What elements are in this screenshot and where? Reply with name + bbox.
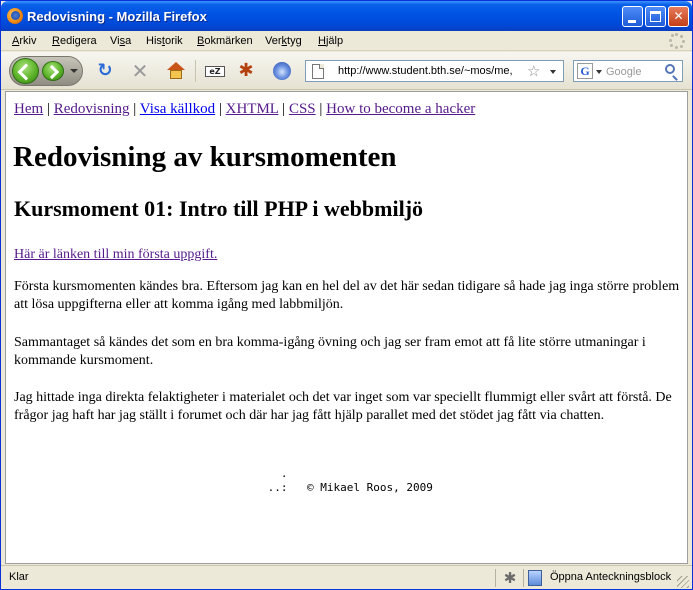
firebug-icon[interactable]: ✱ bbox=[235, 61, 257, 81]
bookmark-star-icon[interactable]: ☆ bbox=[527, 62, 540, 80]
browser-window: Redovisning - Mozilla Firefox ✕ Arkiv Re… bbox=[0, 0, 693, 590]
firebug-status-icon[interactable]: ✱ bbox=[501, 569, 519, 587]
menu-redigera[interactable]: Redigera bbox=[52, 35, 97, 47]
menu-verktyg[interactable]: Verktyg bbox=[265, 35, 302, 47]
menu-bar: Arkiv Redigera Visa Historik Bokmärken V… bbox=[1, 31, 692, 51]
menu-hjalp[interactable]: Hjälp bbox=[318, 35, 343, 47]
search-bar[interactable]: G bbox=[573, 60, 683, 82]
nav-link-hacker[interactable]: How to become a hacker bbox=[326, 101, 475, 117]
reload-icon[interactable]: ↻ bbox=[93, 60, 117, 82]
nav-link-xhtml[interactable]: XHTML bbox=[226, 101, 279, 117]
menu-historik[interactable]: Historik bbox=[146, 35, 183, 47]
page-icon bbox=[312, 64, 324, 79]
notebook-label[interactable]: Öppna Anteckningsblock bbox=[550, 571, 671, 583]
minimize-button[interactable] bbox=[622, 6, 643, 27]
status-bar: Klar ✱ Öppna Anteckningsblock bbox=[1, 565, 692, 589]
home-icon[interactable] bbox=[164, 60, 188, 82]
page-title: Redovisning av kursmomenten bbox=[13, 141, 397, 173]
nav-separator: | bbox=[46, 101, 50, 117]
maximize-button[interactable] bbox=[645, 6, 666, 27]
title-bar[interactable]: Redovisning - Mozilla Firefox ✕ bbox=[1, 1, 692, 31]
paragraph-2: Sammantaget så kändes det som en bra kom… bbox=[14, 335, 646, 368]
nav-link-hem[interactable]: Hem bbox=[14, 101, 43, 117]
search-icon[interactable] bbox=[665, 64, 675, 74]
back-forward-group bbox=[9, 56, 83, 86]
stop-icon[interactable]: ✕ bbox=[128, 60, 152, 82]
task-link[interactable]: Här är länken till min första uppgift. bbox=[14, 247, 217, 263]
nav-separator: | bbox=[319, 101, 323, 117]
back-button[interactable] bbox=[12, 58, 39, 84]
resize-grip-icon[interactable] bbox=[677, 576, 689, 588]
minimize-icon bbox=[628, 20, 636, 23]
nav-separator: | bbox=[218, 101, 222, 117]
nav-link-visa-kallkod[interactable]: Visa källkod bbox=[140, 101, 215, 117]
toolbar-separator bbox=[195, 60, 196, 82]
swirl-extension-icon[interactable] bbox=[271, 61, 293, 81]
nav-separator: | bbox=[133, 101, 137, 117]
section-heading: Kursmoment 01: Intro till PHP i webbmilj… bbox=[14, 196, 424, 221]
paragraph-3: Jag hittade inga direkta felaktigheter i… bbox=[14, 390, 672, 423]
navigation-toolbar: ↻ ✕ eZ ✱ http://www.student.bth.se/~mos/… bbox=[1, 52, 692, 90]
nav-link-css[interactable]: CSS bbox=[289, 101, 316, 117]
status-separator bbox=[495, 569, 496, 587]
footer-copyright: © Mikael Roos, 2009 bbox=[307, 481, 433, 494]
maximize-icon bbox=[650, 11, 661, 22]
nav-link-redovisning[interactable]: Redovisning bbox=[54, 101, 130, 117]
page-content: Hem | Redovisning | Visa källkod | XHTML… bbox=[5, 91, 688, 564]
ez-extension-icon[interactable]: eZ bbox=[204, 61, 226, 81]
menu-visa[interactable]: Visa bbox=[110, 35, 131, 47]
menu-arkiv[interactable]: Arkiv bbox=[12, 35, 36, 47]
history-dropdown-icon[interactable] bbox=[70, 69, 78, 73]
firefox-logo-icon bbox=[7, 8, 23, 24]
search-input[interactable] bbox=[606, 64, 660, 79]
footer-ascii-art: . ..: bbox=[267, 467, 288, 494]
notebook-icon[interactable] bbox=[528, 570, 542, 586]
forward-button[interactable] bbox=[42, 61, 64, 81]
throbber-icon bbox=[669, 33, 685, 49]
status-text: Klar bbox=[9, 571, 29, 583]
close-button[interactable]: ✕ bbox=[668, 6, 689, 27]
google-engine-icon[interactable]: G bbox=[577, 63, 593, 79]
url-text[interactable]: http://www.student.bth.se/~mos/me, bbox=[338, 65, 524, 77]
menu-bokmarken[interactable]: Bokmärken bbox=[197, 35, 253, 47]
site-nav: Hem | Redovisning | Visa källkod | XHTML… bbox=[14, 101, 475, 118]
engine-dropdown-icon[interactable] bbox=[596, 70, 602, 74]
url-dropdown-icon[interactable] bbox=[550, 70, 556, 74]
status-separator bbox=[523, 569, 524, 587]
url-bar[interactable]: http://www.student.bth.se/~mos/me, ☆ bbox=[305, 60, 564, 82]
nav-separator: | bbox=[282, 101, 286, 117]
paragraph-1: Första kursmomenten kändes bra. Eftersom… bbox=[14, 279, 680, 312]
window-title: Redovisning - Mozilla Firefox bbox=[27, 9, 207, 24]
